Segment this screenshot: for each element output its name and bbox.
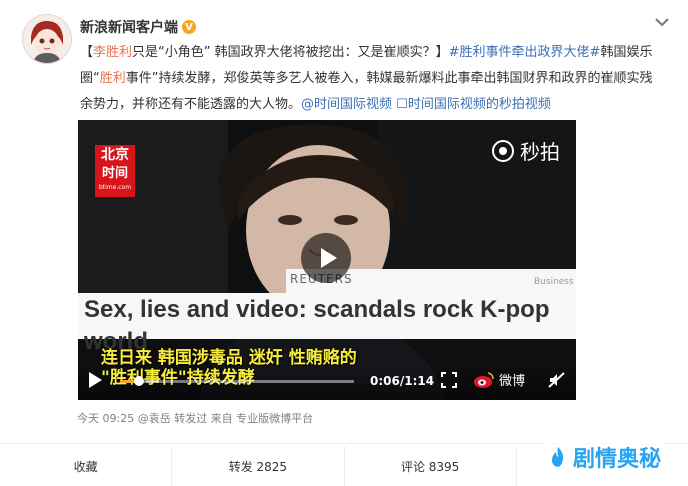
business-label: Business bbox=[534, 277, 574, 287]
mention-link[interactable]: 李胜利 bbox=[93, 45, 132, 60]
user-link[interactable]: @时间国际视频 bbox=[301, 97, 392, 112]
mention-link[interactable]: 胜利 bbox=[100, 71, 126, 86]
verified-icon: V bbox=[182, 20, 196, 34]
mute-icon[interactable] bbox=[548, 372, 566, 388]
btime-logo: 北京 时间 btime.com bbox=[95, 145, 135, 197]
progress-bar[interactable] bbox=[120, 376, 354, 386]
favorite-button[interactable]: 收藏 bbox=[0, 446, 173, 486]
author-name-row: 新浪新闻客户端 V bbox=[80, 17, 196, 37]
video-time: 0:06/1:14 bbox=[370, 374, 435, 388]
video-headline: Sex, lies and video: scandals rock K-pop bbox=[84, 296, 550, 323]
comment-button[interactable]: 评论 8395 bbox=[345, 446, 517, 486]
miaopai-logo: 秒拍 bbox=[492, 136, 560, 165]
author-name[interactable]: 新浪新闻客户端 bbox=[80, 17, 178, 37]
post-text-segment: 只是“小角色” 韩国政界大佬将被挖出：又是崔顺实？】 bbox=[132, 45, 449, 60]
miaopai-icon bbox=[492, 139, 514, 162]
weibo-logo[interactable]: 微博 bbox=[473, 370, 525, 389]
play-icon[interactable] bbox=[89, 372, 102, 388]
chevron-down-icon[interactable] bbox=[654, 16, 670, 28]
post-text-segment: 【 bbox=[80, 45, 94, 60]
video-caption-line2: "胜利事件"持续发酵 bbox=[101, 368, 255, 388]
avatar[interactable] bbox=[22, 14, 72, 64]
play-button[interactable] bbox=[301, 233, 351, 283]
progress-knob[interactable] bbox=[133, 376, 144, 386]
flame-icon bbox=[552, 447, 564, 467]
watermark-text: 剧情奥秘 bbox=[573, 447, 662, 472]
user-link[interactable]: ☐时间国际视频的秒拍视频 bbox=[396, 97, 551, 112]
repost-button[interactable]: 转发 2825 bbox=[172, 446, 345, 486]
post-meta: 今天 09:25 @袁岳 转发过 来自 专业版微博平台 bbox=[77, 412, 314, 425]
weibo-icon bbox=[474, 371, 494, 388]
post-text: 【李胜利只是“小角色” 韩国政界大佬将被挖出：又是崔顺实？】#胜利事件牵出政界大… bbox=[80, 40, 660, 118]
hashtag-link[interactable]: #胜利事件牵出政界大佬# bbox=[449, 45, 601, 60]
video-player[interactable]: 北京 时间 btime.com 秒拍 REUTERS Business Sex,… bbox=[78, 120, 576, 400]
watermark: 剧情奥秘 bbox=[543, 441, 666, 473]
fullscreen-icon[interactable] bbox=[441, 372, 457, 388]
